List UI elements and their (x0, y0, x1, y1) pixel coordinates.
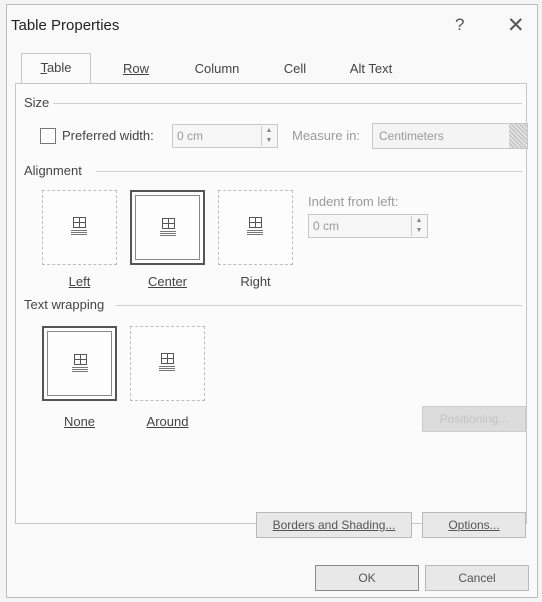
tab-column[interactable]: Column (177, 57, 257, 81)
tab-cell[interactable]: Cell (265, 57, 325, 81)
size-divider (52, 103, 522, 104)
tab-label-rest: able (46, 60, 72, 75)
spin-down-icon[interactable]: ▼ (262, 136, 276, 146)
preferred-width-spinner[interactable]: 0 cm ▲ ▼ (172, 124, 278, 148)
cancel-button[interactable]: Cancel (425, 565, 529, 591)
tab-row[interactable]: Row (101, 57, 171, 81)
borders-label: Borders and Shading... (272, 518, 396, 532)
align-center-option[interactable] (130, 190, 205, 265)
spinner-arrows[interactable]: ▲ ▼ (261, 126, 276, 146)
table-align-center-icon (160, 218, 176, 236)
preferred-width-value: 0 cm (177, 129, 204, 143)
borders-and-shading-button[interactable]: Borders and Shading... (256, 512, 412, 538)
table-align-left-icon (71, 217, 87, 235)
alignment-section-label: Alignment (24, 163, 86, 178)
align-left-label: Left (42, 274, 117, 289)
wrap-none-icon (72, 354, 88, 372)
wrap-around-label: Around (130, 414, 205, 429)
indent-from-left-spinner[interactable]: 0 cm ▲ ▼ (308, 214, 428, 238)
dialog-title: Table Properties (11, 17, 120, 34)
positioning-button[interactable]: Positioning... (422, 406, 526, 432)
wrap-none-option[interactable] (42, 326, 117, 401)
wrap-around-option[interactable] (130, 326, 205, 401)
measure-in-label: Measure in: (292, 128, 360, 143)
tab-label: Row (122, 61, 149, 76)
tab-table[interactable]: Table (21, 53, 91, 83)
wrap-around-icon (159, 353, 175, 371)
measure-in-dropdown[interactable]: Centimeters (372, 123, 528, 149)
align-center-label: Center (130, 274, 205, 289)
measure-in-value: Centimeters (379, 129, 444, 143)
preferred-width-checkbox[interactable] (40, 128, 56, 144)
options-label: Options... (448, 518, 500, 532)
spin-down-icon[interactable]: ▼ (412, 226, 426, 236)
indent-from-left-label: Indent from left: (308, 194, 399, 209)
wrap-none-label: None (42, 414, 117, 429)
spinner-arrows[interactable]: ▲ ▼ (411, 216, 426, 236)
title-bar: Table Properties ? ✕ (7, 5, 537, 45)
align-left-option[interactable] (42, 190, 117, 265)
wrapping-divider (116, 305, 522, 306)
spin-up-icon[interactable]: ▲ (262, 126, 276, 136)
indent-value: 0 cm (313, 219, 340, 233)
spin-up-icon[interactable]: ▲ (412, 216, 426, 226)
close-icon[interactable]: ✕ (507, 13, 525, 38)
tab-strip: Table Row Column Cell Alt Text (15, 53, 527, 83)
preferred-width-label: Preferred width: (62, 128, 154, 143)
text-wrapping-section-label: Text wrapping (24, 297, 109, 312)
align-left-label-text: Left (68, 274, 91, 289)
alignment-divider (96, 171, 522, 172)
align-right-option[interactable] (218, 190, 293, 265)
dropdown-arrow-icon[interactable] (509, 124, 527, 148)
table-align-right-icon (247, 217, 263, 235)
align-center-label-text: Center (147, 274, 188, 289)
align-right-label: Right (240, 274, 271, 289)
table-tab-panel: Size Preferred width: 0 cm ▲ ▼ Measure i… (15, 83, 528, 538)
tab-alt-text[interactable]: Alt Text (331, 57, 411, 81)
table-properties-dialog: Table Properties ? ✕ Table Row Column Ce… (6, 4, 538, 598)
wrap-none-label-text: None (63, 414, 96, 429)
size-section-label: Size (24, 95, 54, 110)
ok-button[interactable]: OK (315, 565, 419, 591)
options-button[interactable]: Options... (422, 512, 526, 538)
wrap-around-label-text: Around (146, 414, 189, 429)
tab-label: Table (40, 60, 71, 75)
help-button[interactable]: ? (455, 15, 464, 35)
